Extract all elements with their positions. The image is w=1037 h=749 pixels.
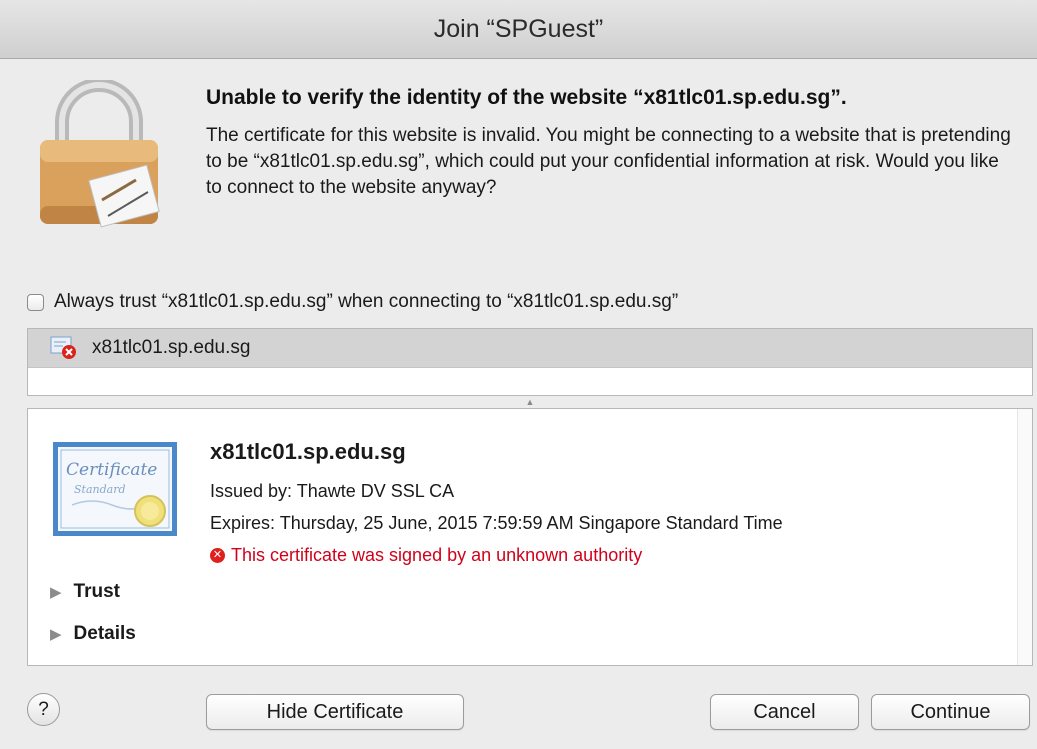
detail-scrollbar[interactable] — [1017, 409, 1032, 665]
hide-certificate-button[interactable]: Hide Certificate — [206, 694, 464, 730]
help-button[interactable]: ? — [27, 693, 60, 726]
always-trust-checkbox[interactable] — [27, 293, 44, 311]
alert-headline: Unable to verify the identity of the web… — [206, 86, 847, 109]
cancel-button[interactable]: Cancel — [710, 694, 859, 730]
certificate-issuer: Issued by: Thawte DV SSL CA — [210, 481, 455, 501]
certificate-list-item[interactable]: x81tlc01.sp.edu.sg — [28, 329, 1032, 368]
details-disclosure[interactable]: ▶ Details — [50, 623, 136, 645]
always-trust-row[interactable]: Always trust “x81tlc01.sp.edu.sg” when c… — [27, 288, 678, 316]
certificate-list: x81tlc01.sp.edu.sg — [27, 328, 1033, 396]
pane-splitter[interactable]: ▲ — [27, 396, 1033, 408]
certificate-warning: ✕ This certificate was signed by an unkn… — [210, 545, 642, 566]
lock-icon — [40, 80, 160, 228]
certificate-list-item-label: x81tlc01.sp.edu.sg — [92, 337, 251, 358]
continue-button[interactable]: Continue — [871, 694, 1030, 730]
splitter-grip-icon: ▲ — [525, 397, 535, 407]
window-title: Join “SPGuest” — [433, 14, 604, 43]
svg-text:Certificate: Certificate — [66, 460, 157, 480]
certificate-standard-icon: Certificate Standard — [53, 442, 177, 536]
disclosure-triangle-icon[interactable]: ▶ — [50, 625, 62, 643]
svg-text:Standard: Standard — [74, 483, 126, 496]
certificate-warning-text: This certificate was signed by an unknow… — [231, 545, 643, 565]
alert-message: The certificate for this website is inva… — [206, 125, 1011, 198]
disclosure-triangle-icon[interactable]: ▶ — [50, 583, 62, 601]
invalid-certificate-icon — [50, 336, 76, 359]
certificate-detail-pane: Certificate Standard x81tlc01.sp.edu.sg … — [27, 408, 1033, 666]
title-bar: Join “SPGuest” — [0, 0, 1037, 59]
details-disclosure-label[interactable]: Details — [74, 623, 136, 645]
trust-disclosure-label[interactable]: Trust — [74, 581, 120, 603]
always-trust-label[interactable]: Always trust “x81tlc01.sp.edu.sg” when c… — [54, 291, 678, 313]
error-icon: ✕ — [210, 548, 225, 563]
certificate-expiry: Expires: Thursday, 25 June, 2015 7:59:59… — [210, 513, 783, 533]
trust-disclosure[interactable]: ▶ Trust — [50, 581, 120, 603]
certificate-name: x81tlc01.sp.edu.sg — [210, 439, 406, 464]
